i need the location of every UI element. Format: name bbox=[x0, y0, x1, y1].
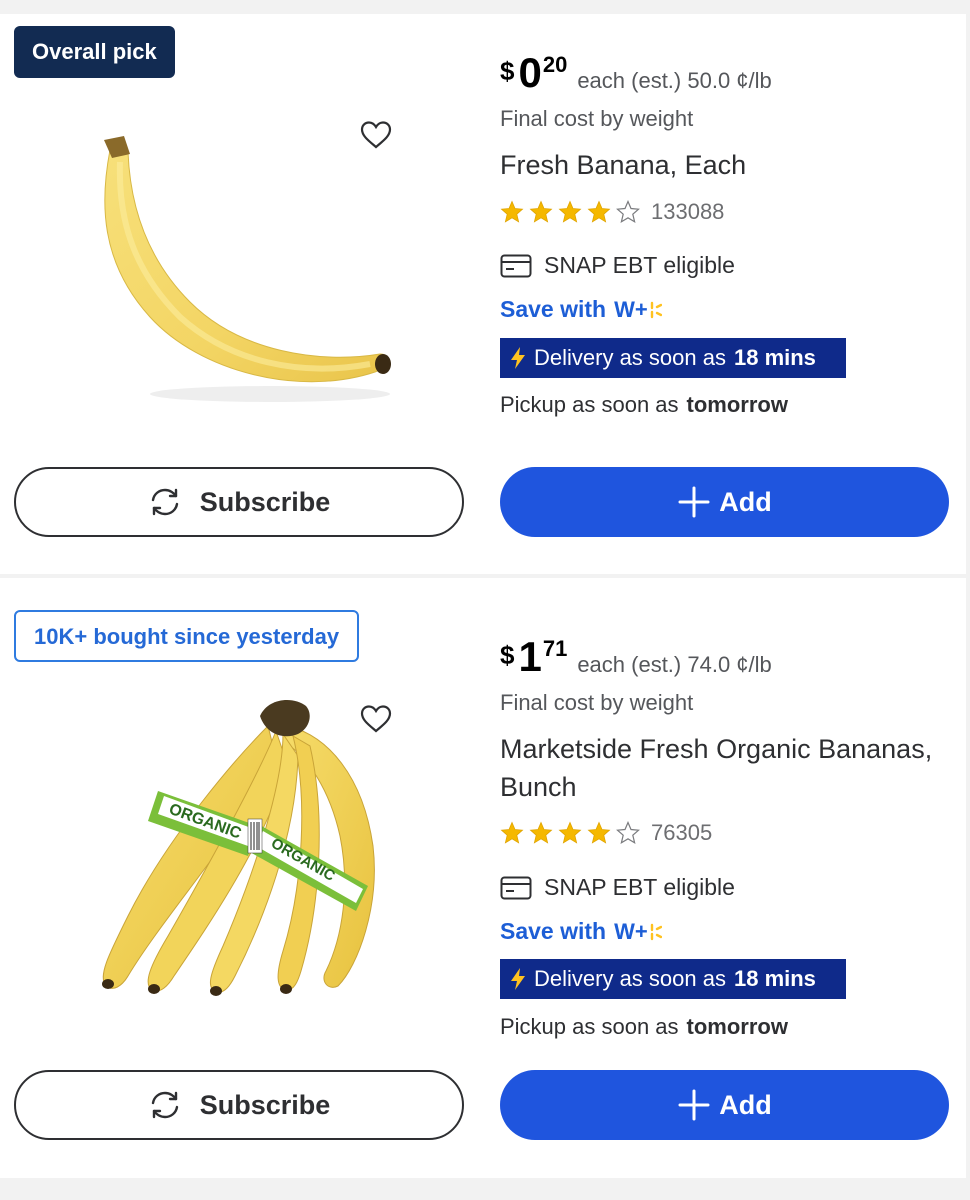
plus-icon bbox=[678, 1089, 710, 1121]
price-whole: 0 bbox=[518, 49, 541, 96]
product-title[interactable]: Marketside Fresh Organic Bananas, Bunch bbox=[500, 730, 950, 806]
product-title[interactable]: Fresh Banana, Each bbox=[500, 146, 950, 184]
pickup-label: Pickup as soon as bbox=[500, 1014, 679, 1039]
price-cents: 71 bbox=[542, 636, 568, 661]
final-cost-note: Final cost by weight bbox=[500, 690, 694, 715]
delivery-label: Delivery as soon as bbox=[534, 966, 726, 991]
pickup-time: tomorrow bbox=[686, 1014, 788, 1039]
rating[interactable]: 133088 bbox=[500, 199, 724, 225]
spark-icon bbox=[650, 923, 662, 940]
add-label: Add bbox=[719, 486, 772, 517]
bought-since-badge: 10K+ bought since yesterday bbox=[14, 610, 360, 662]
pickup-label: Pickup as soon as bbox=[500, 392, 679, 417]
add-button[interactable]: Add bbox=[500, 1070, 949, 1140]
star-full-icon bbox=[500, 200, 524, 223]
snap-label: SNAP EBT eligible bbox=[544, 252, 735, 278]
subscribe-button[interactable]: Subscribe bbox=[14, 1070, 464, 1140]
price-cents: 20 bbox=[542, 52, 568, 77]
card-icon bbox=[500, 876, 532, 899]
pickup-info: Pickup as soon as tomorrow bbox=[500, 1014, 788, 1040]
price: $ 0 20 each (est.) 50.0 ¢/lb bbox=[500, 52, 772, 94]
delivery-label: Delivery as soon as bbox=[534, 345, 726, 370]
unit-price: each (est.) 50.0 ¢/lb bbox=[577, 68, 772, 93]
snap-ebt: SNAP EBT eligible bbox=[500, 252, 735, 279]
pickup-info: Pickup as soon as tomorrow bbox=[500, 392, 788, 418]
overall-pick-badge: Overall pick bbox=[14, 26, 175, 78]
price-currency: $ bbox=[500, 640, 515, 670]
star-full-icon bbox=[558, 200, 582, 223]
unit-price: each (est.) 74.0 ¢/lb bbox=[577, 652, 772, 677]
subscribe-label: Subscribe bbox=[199, 486, 331, 517]
walmart-plus-text: W+ bbox=[614, 296, 648, 322]
review-count: 76305 bbox=[651, 820, 713, 845]
pickup-time: tomorrow bbox=[686, 392, 788, 417]
star-empty-icon bbox=[616, 200, 640, 224]
lightning-icon bbox=[511, 968, 525, 990]
delivery-banner: Delivery as soon as 18 mins bbox=[500, 959, 846, 999]
snap-ebt: SNAP EBT eligible bbox=[500, 874, 735, 901]
walmart-plus-logo: W+ bbox=[614, 297, 662, 323]
delivery-banner: Delivery as soon as 18 mins bbox=[500, 338, 846, 378]
product-card: 10K+ bought since yesterday ORGANIC ORGA… bbox=[0, 578, 966, 1178]
refresh-icon bbox=[151, 488, 178, 516]
delivery-time: 18 mins bbox=[733, 966, 816, 991]
rating[interactable]: 76305 bbox=[500, 820, 712, 846]
plus-icon bbox=[678, 486, 710, 518]
star-empty-icon bbox=[616, 821, 640, 845]
star-full-icon bbox=[587, 821, 611, 844]
walmart-plus-logo: W+ bbox=[614, 919, 662, 945]
price: $ 1 71 each (est.) 74.0 ¢/lb bbox=[500, 636, 772, 678]
heart-icon[interactable] bbox=[359, 120, 393, 150]
walmart-plus-text: W+ bbox=[614, 918, 648, 944]
star-full-icon bbox=[587, 200, 611, 223]
subscribe-button[interactable]: Subscribe bbox=[14, 467, 464, 537]
star-full-icon bbox=[529, 200, 553, 223]
save-label: Save with bbox=[500, 918, 607, 944]
save-with-walmart-plus[interactable]: Save with W+ bbox=[500, 918, 662, 945]
star-full-icon bbox=[529, 821, 553, 844]
review-count: 133088 bbox=[651, 199, 725, 224]
refresh-icon bbox=[151, 1091, 178, 1119]
snap-label: SNAP EBT eligible bbox=[544, 874, 735, 900]
save-with-walmart-plus[interactable]: Save with W+ bbox=[500, 296, 662, 323]
delivery-time: 18 mins bbox=[733, 345, 816, 370]
save-label: Save with bbox=[500, 296, 607, 322]
card-icon bbox=[500, 254, 532, 277]
heart-icon[interactable] bbox=[359, 704, 393, 734]
subscribe-label: Subscribe bbox=[199, 1089, 331, 1120]
star-full-icon bbox=[558, 821, 582, 844]
star-full-icon bbox=[500, 821, 524, 844]
spark-icon bbox=[650, 301, 662, 318]
product-card: Overall pick $ 0 20 each (est.) 50.0 ¢/l… bbox=[0, 14, 966, 574]
price-currency: $ bbox=[500, 56, 515, 86]
final-cost-note: Final cost by weight bbox=[500, 106, 694, 131]
add-button[interactable]: Add bbox=[500, 467, 949, 537]
banana-bunch-image[interactable]: ORGANIC ORGANIC bbox=[88, 696, 398, 996]
banana-image[interactable] bbox=[90, 132, 400, 412]
lightning-icon bbox=[511, 347, 525, 369]
price-whole: 1 bbox=[518, 633, 541, 680]
add-label: Add bbox=[719, 1089, 772, 1120]
